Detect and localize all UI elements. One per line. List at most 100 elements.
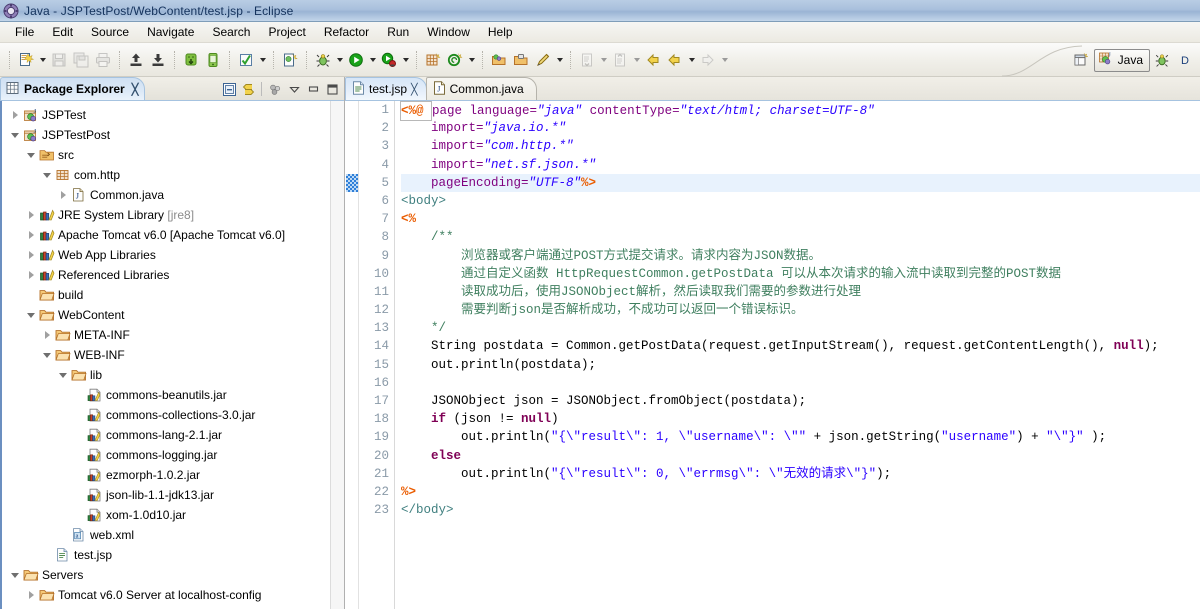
external-tools-dropdown-arrow[interactable] [400,48,411,72]
tree-item[interactable]: com.http [2,165,344,185]
tree-item[interactable]: META-INF [2,325,344,345]
tree-item[interactable]: json-lib-1.1-jdk13.jar [2,485,344,505]
code-line[interactable] [401,374,1200,392]
tree-item[interactable]: a web.xml [2,525,344,545]
menu-navigate[interactable]: Navigate [138,23,203,42]
tree-item[interactable]: WebContent [2,305,344,325]
source-code-text[interactable]: <%@ page language="java" contentType="te… [395,101,1200,609]
chevron-right-icon[interactable] [24,211,38,219]
open-perspective-icon[interactable] [1069,48,1093,72]
chevron-down-icon[interactable] [56,373,70,378]
open-task-icon[interactable] [510,48,532,72]
code-line[interactable]: if (json != null) [401,410,1200,428]
annotation-dropdown-arrow[interactable] [466,48,477,72]
collapse-all-icon[interactable] [220,80,238,98]
tree-item[interactable]: lib [2,365,344,385]
editor-tab-test-jsp[interactable]: test.jsp ╳ [345,77,427,100]
tree-item[interactable]: commons-collections-3.0.jar [2,405,344,425]
tree-item[interactable]: JRE System Library [jre8] [2,205,344,225]
package-explorer-scrollbar[interactable] [330,101,344,609]
tree-item[interactable]: commons-logging.jar [2,445,344,465]
menu-source[interactable]: Source [82,23,138,42]
minimize-icon[interactable] [304,80,322,98]
menu-run[interactable]: Run [378,23,418,42]
close-icon[interactable]: ╳ [411,83,418,96]
tree-item[interactable]: J Common.java [2,185,344,205]
close-icon[interactable]: ╳ [132,83,139,96]
chevron-right-icon[interactable] [56,191,70,199]
new-wizard-icon[interactable] [15,48,37,72]
code-line[interactable]: 读取成功后，使用JSONObject解析，然后读取我们需要的参数进行处理 [401,283,1200,301]
debug-dropdown-arrow[interactable] [334,48,345,72]
view-menu-icon[interactable] [285,80,303,98]
chevron-right-icon[interactable] [40,331,54,339]
tree-item[interactable]: commons-beanutils.jar [2,385,344,405]
package-explorer-tree[interactable]: J JSPTest J JSPTestPost src com.http J Common.j… [0,101,344,609]
new-annotation-icon[interactable] [444,48,466,72]
menu-edit[interactable]: Edit [43,23,82,42]
chevron-down-icon[interactable] [40,353,54,358]
chevron-right-icon[interactable] [24,271,38,279]
chevron-right-icon[interactable] [24,591,38,599]
code-line[interactable]: */ [401,319,1200,337]
code-line[interactable]: else [401,447,1200,465]
code-line[interactable]: 通过自定义函数 HttpRequestCommon.getPostData 可以… [401,265,1200,283]
tree-item[interactable]: test.jsp [2,545,344,565]
run-external-tools-icon[interactable] [378,48,400,72]
code-line[interactable]: out.println(postdata); [401,356,1200,374]
back-arrow-yellow-icon[interactable] [642,48,664,72]
code-line[interactable]: /** [401,228,1200,246]
view-menu-bullets-icon[interactable] [266,80,284,98]
forward-arrow-yellow-icon[interactable] [664,48,686,72]
perspective-overflow-icon[interactable]: D [1174,48,1198,72]
chevron-down-icon[interactable] [24,153,38,158]
chevron-right-icon[interactable] [24,251,38,259]
run-icon[interactable] [345,48,367,72]
maximize-icon[interactable] [323,80,341,98]
tree-item[interactable]: J JSPTestPost [2,125,344,145]
menu-help[interactable]: Help [479,23,522,42]
tree-item[interactable]: Apache Tomcat v6.0 [Apache Tomcat v6.0] [2,225,344,245]
export-icon[interactable] [125,48,147,72]
chevron-down-icon[interactable] [8,573,22,578]
new-wizard-dropdown-arrow[interactable] [37,48,48,72]
debug-perspective-icon[interactable] [1150,48,1174,72]
tree-item[interactable]: J JSPTest [2,105,344,125]
open-type-icon[interactable] [488,48,510,72]
menu-window[interactable]: Window [418,23,479,42]
code-line[interactable]: import="net.sf.json.*" [401,156,1200,174]
code-line[interactable]: <body> [401,192,1200,210]
tree-item[interactable]: xom-1.0d10.jar [2,505,344,525]
chevron-right-icon[interactable] [24,231,38,239]
code-line[interactable]: %> [401,483,1200,501]
menu-project[interactable]: Project [259,23,314,42]
menu-file[interactable]: File [6,23,43,42]
code-line[interactable]: 浏览器或客户端通过POST方式提交请求。请求内容为JSON数据。 [401,247,1200,265]
code-line[interactable]: </body> [401,501,1200,519]
import-icon[interactable] [147,48,169,72]
debug-icon[interactable] [312,48,334,72]
editor-tab-common-java[interactable]: J Common.java [425,77,537,100]
code-line[interactable]: pageEncoding="UTF-8"%> [395,173,1200,193]
code-editor[interactable]: 1 2 3 4 5 6 7 8 9 10 11 12 13 14 15 16 17 18 19 20 21 22 23 <%… [345,101,1200,609]
code-line[interactable]: <% [401,210,1200,228]
android-sdk-manager-icon[interactable] [180,48,202,72]
android-avd-manager-icon[interactable] [202,48,224,72]
code-line[interactable]: 需要判断json是否解析成功，不成功可以返回一个错误标识。 [401,301,1200,319]
chevron-right-icon[interactable] [8,111,22,119]
run-dropdown-arrow[interactable] [367,48,378,72]
tree-item[interactable]: Web App Libraries [2,245,344,265]
chevron-down-icon[interactable] [40,173,54,178]
tree-item[interactable]: Servers [2,565,344,585]
chevron-down-icon[interactable] [24,313,38,318]
editor-change-ruler[interactable] [345,101,359,609]
code-line[interactable]: import="com.http.*" [401,137,1200,155]
code-line[interactable]: out.println("{\"result\": 1, \"username\… [401,428,1200,446]
tree-item[interactable]: WEB-INF [2,345,344,365]
tree-item[interactable]: commons-lang-2.1.jar [2,425,344,445]
code-line[interactable]: JSONObject json = JSONObject.fromObject(… [401,392,1200,410]
menu-search[interactable]: Search [203,23,259,42]
search-pencil-icon[interactable] [532,48,554,72]
search-dropdown-arrow[interactable] [554,48,565,72]
chevron-down-icon[interactable] [8,133,22,138]
